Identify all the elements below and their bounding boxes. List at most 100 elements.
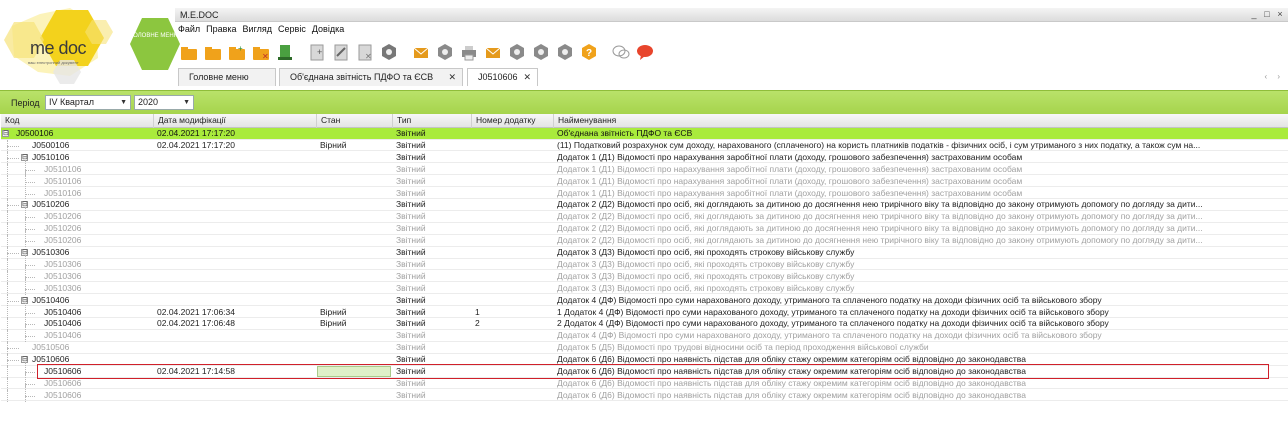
feedback-icon [637, 45, 653, 60]
open-folder-button[interactable] [202, 40, 224, 64]
table-row[interactable]: J0510606 Звітний Додаток 6 (Д6) Відомості … [1, 385, 1288, 402]
quarter-select[interactable]: IV Квартал ▼ [45, 95, 131, 110]
close-tab-icon[interactable]: ✕ [448, 69, 456, 85]
table-row[interactable]: J0510106 Звітний Додаток 1 (Д1) Відомості … [1, 183, 1288, 200]
svg-text:✕: ✕ [365, 52, 372, 61]
column-header-number[interactable]: Номер додатку [472, 114, 554, 128]
table-row[interactable]: J0510306 Звітний Додаток 3 (Д3) Відомості … [1, 254, 1288, 271]
add-document-button[interactable]: + [306, 40, 328, 64]
tab-scroll-arrows-icon[interactable]: ‹ › [1264, 72, 1284, 81]
close-window-button[interactable]: × [1274, 9, 1286, 20]
cell-code: J0510206 [44, 223, 82, 234]
edit-document-button[interactable] [330, 40, 352, 64]
tab-main-menu[interactable]: Головне меню [178, 68, 276, 86]
table-row[interactable]: J0510306 Звітний Додаток 3 (Д3) Відомості … [1, 278, 1288, 295]
add-folder-button[interactable]: + [226, 40, 248, 64]
new-folder-icon [181, 47, 197, 60]
year-select[interactable]: 2020 ▼ [134, 95, 194, 110]
cell-state [317, 211, 393, 222]
receive-envelope-button[interactable] [482, 40, 504, 64]
package-button[interactable] [506, 40, 528, 64]
column-header-type[interactable]: Тип [393, 114, 472, 128]
tab-combined-report[interactable]: Об'єднана звітність ПДФО та ЄСВ ✕ [279, 68, 463, 86]
help-button[interactable]: ? [578, 40, 600, 64]
tree-connector [7, 199, 8, 212]
tree-group-row[interactable]: ⊟ J0510206 Звітний Додаток 2 (Д2) Відомості… [1, 199, 1288, 212]
tree-connector [7, 366, 8, 378]
settings-button[interactable] [378, 40, 400, 64]
table-row[interactable]: J0510206 Звітний Додаток 2 (Д2) Відомості … [1, 219, 1288, 236]
cell-number [472, 330, 554, 341]
table-row[interactable]: J0510506 Звітний Додаток 5 (Д5) Відомості … [1, 342, 1288, 355]
column-header-date[interactable]: Дата модифікації [154, 114, 317, 128]
app-header: me doc ваш електронний документ ГОЛОВНЕ … [0, 0, 1288, 90]
disc-button[interactable] [554, 40, 576, 64]
cell-state [317, 188, 393, 199]
column-header-name[interactable]: Найменування [554, 114, 1288, 128]
export-button[interactable] [274, 40, 296, 64]
cell-name: Додаток 6 (Д6) Відомості про наявність п… [557, 377, 1026, 388]
minimize-button[interactable]: _ [1248, 9, 1260, 20]
cell-state [317, 247, 393, 258]
menu-help[interactable]: Довідка [312, 24, 344, 36]
table-row[interactable]: J0510206 Звітний Додаток 2 (Д2) Відомості … [1, 207, 1288, 224]
tree-connector [7, 175, 8, 188]
cell-state [317, 295, 393, 306]
tree-group-row[interactable]: ⊟ J0510306 Звітний Додаток 3 (Д3) Відомості… [1, 247, 1288, 259]
cell-type: Звітний [396, 318, 426, 329]
table-row[interactable]: J0510206 Звітний Додаток 2 (Д2) Відомості … [1, 231, 1288, 247]
maximize-button[interactable]: □ [1261, 9, 1273, 20]
chat-icon [612, 45, 630, 59]
cell-name: 2 Додаток 4 (ДФ) Відомості про суми нара… [557, 318, 1109, 329]
send-envelope-icon [413, 47, 429, 58]
send-envelope-button[interactable] [410, 40, 432, 64]
medoc-logo: me doc ваш електронний документ [0, 0, 130, 90]
tree-group-row[interactable]: ⊟ J0510106 Звітний Додаток 1 (Д1) Відомості… [1, 151, 1288, 164]
dropdown-arrow-icon: ▼ [120, 99, 127, 106]
new-folder-button[interactable] [178, 40, 200, 64]
menu-edit[interactable]: Правка [206, 24, 236, 36]
table-row[interactable]: J0510606 Звітний Додаток 6 (Д6) Відомості … [1, 373, 1288, 390]
cell-code: J0510406 [32, 294, 70, 305]
cell-number [472, 390, 554, 401]
feedback-button[interactable] [634, 40, 656, 64]
cell-code: J0510206 [44, 235, 82, 246]
collapse-toggle-icon[interactable]: ⊟ [2, 130, 9, 137]
tree-connector [7, 157, 19, 159]
close-tab-icon[interactable]: ✕ [523, 69, 531, 85]
tree-group-row[interactable]: ⊟ J0500106 02.04.2021 17:17:20 Звітний Об'єд… [1, 128, 1288, 140]
menu-view[interactable]: Вигляд [243, 24, 273, 36]
table-row[interactable]: J0500106 02.04.2021 17:17:20 Вірний Звітний… [1, 139, 1288, 152]
cell-state [317, 152, 393, 163]
tab-j0510606[interactable]: J0510606 ✕ [467, 68, 538, 86]
svg-text:+: + [317, 47, 322, 57]
main-menu-button[interactable]: ГОЛОВНЕ МЕНЮ [130, 16, 180, 72]
column-header-state[interactable]: Стан [317, 114, 393, 128]
column-header-code[interactable]: Код [1, 114, 154, 128]
tree-connector [7, 247, 8, 259]
table-row[interactable]: J0510406 Звітний Додаток 4 (ДФ) Відомості … [1, 326, 1288, 343]
print-button[interactable] [458, 40, 480, 64]
delete-document-icon: ✕ [358, 44, 372, 61]
cell-date: 02.04.2021 17:06:34 [157, 306, 235, 317]
delete-folder-button[interactable]: ✕ [250, 40, 272, 64]
cell-date [154, 271, 317, 282]
table-row[interactable]: J0510406 02.04.2021 17:06:34 Вірний Звітний… [1, 302, 1288, 319]
menu-file[interactable]: Файл [178, 24, 200, 36]
cell-number [472, 188, 554, 199]
tree-connector [25, 229, 35, 231]
inbox-button[interactable] [530, 40, 552, 64]
tree-group-row[interactable]: ⊟ J0510406 Звітний Додаток 4 (ДФ) Відомості… [1, 294, 1288, 307]
cell-date [154, 188, 317, 199]
cell-name: Додаток 4 (ДФ) Відомості про суми нарахо… [557, 330, 1102, 341]
table-row[interactable]: J0510106 Звітний Додаток 1 (Д1) Відомості … [1, 171, 1288, 188]
chat-button[interactable] [610, 40, 632, 64]
cell-date [154, 390, 317, 401]
table-row[interactable]: J0510106 Звітний Додаток 1 (Д1) Відомості … [1, 159, 1288, 176]
table-row[interactable]: J0510406 02.04.2021 17:06:48 Вірний Звітний… [1, 314, 1288, 331]
tree-connector [7, 377, 8, 390]
delete-document-button[interactable]: ✕ [354, 40, 376, 64]
table-row[interactable]: J0510306 Звітний Додаток 3 (Д3) Відомості … [1, 266, 1288, 283]
menu-service[interactable]: Сервіс [278, 24, 306, 36]
archive-button[interactable] [434, 40, 456, 64]
